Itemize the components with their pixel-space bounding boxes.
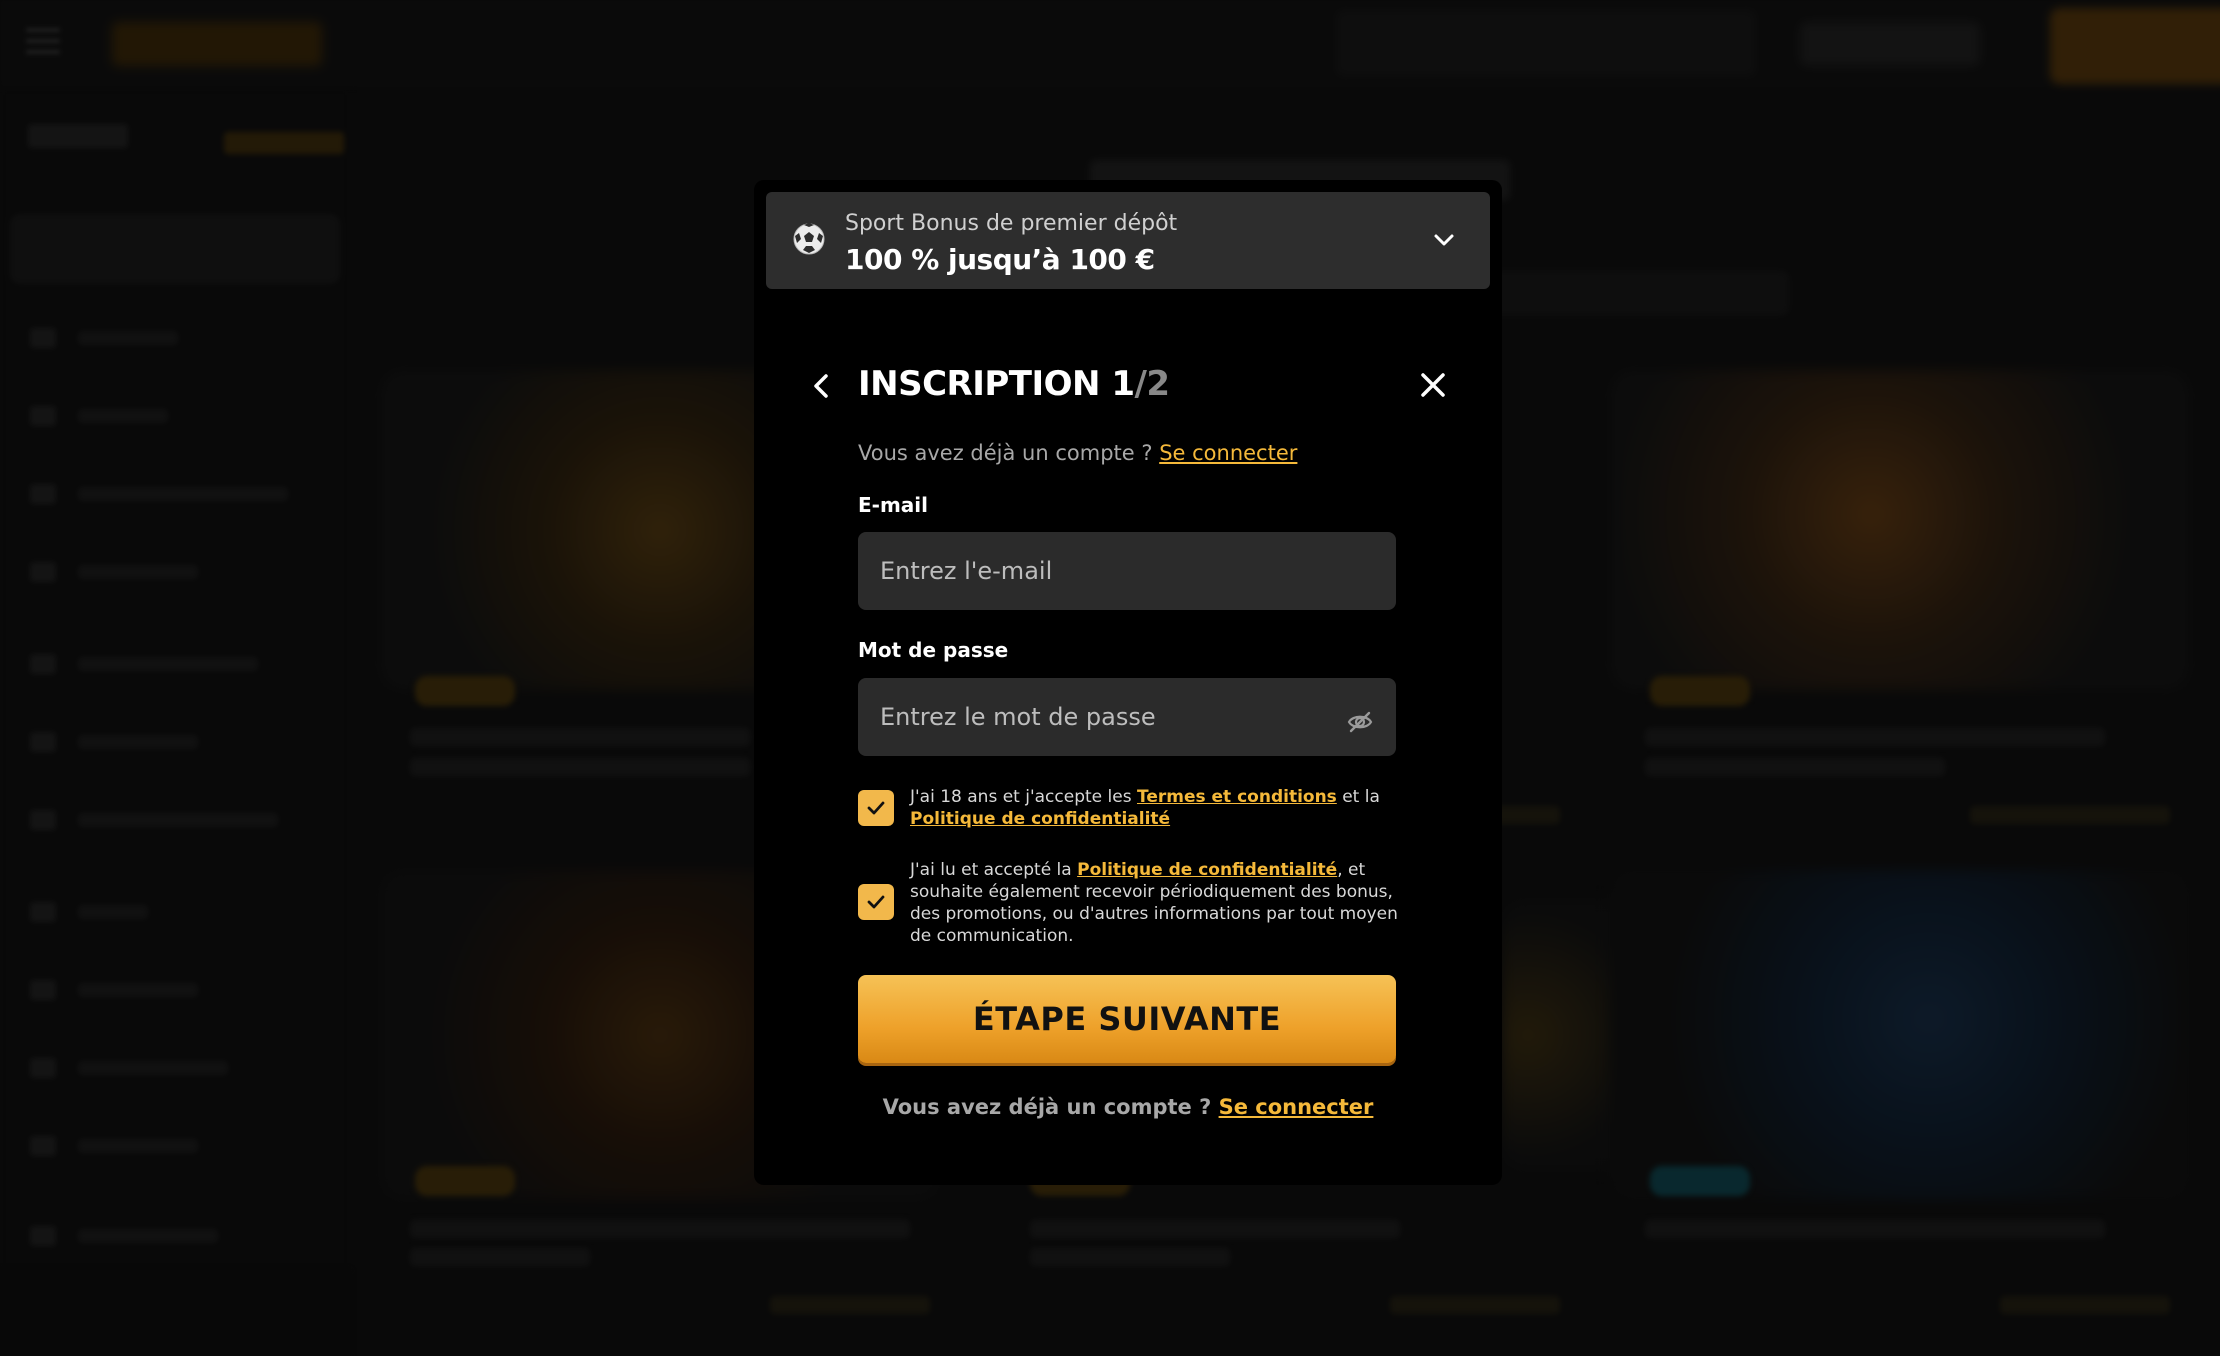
marketing-checkbox[interactable] <box>858 884 894 920</box>
email-label: E-mail <box>858 493 929 517</box>
page-title: INSCRIPTION 1/2 <box>858 364 1170 404</box>
chevron-left-icon[interactable] <box>806 368 836 404</box>
login-prompt: Vous avez déjà un compte ? Se connecter <box>858 441 1297 465</box>
bonus-selector[interactable]: Sport Bonus de premier dépôt 100 % jusqu… <box>766 192 1490 289</box>
login-link[interactable]: Se connecter <box>1159 441 1297 465</box>
login-prompt-text: Vous avez déjà un compte ? <box>858 441 1153 465</box>
privacy-link[interactable]: Politique de confidentialité <box>910 809 1170 829</box>
marketing-checkbox-label: J'ai lu et accepté la Politique de confi… <box>910 859 1410 947</box>
password-field[interactable] <box>858 678 1396 756</box>
close-icon[interactable] <box>1418 370 1448 400</box>
marketing-text-before: J'ai lu et accepté la <box>910 860 1078 880</box>
password-label: Mot de passe <box>858 638 1009 662</box>
check-icon <box>867 801 885 815</box>
terms-link[interactable]: Termes et conditions <box>1137 787 1337 807</box>
eye-off-icon[interactable] <box>1346 708 1374 736</box>
terms-text-middle: et la <box>1336 787 1380 807</box>
check-icon <box>867 895 885 909</box>
privacy-link-2[interactable]: Politique de confidentialité <box>1077 860 1337 880</box>
title-total-steps: /2 <box>1134 364 1171 404</box>
terms-checkbox[interactable] <box>858 790 894 826</box>
bonus-subtitle: Sport Bonus de premier dépôt <box>845 211 1178 236</box>
chevron-down-icon[interactable] <box>1431 229 1457 251</box>
footer-login-text: Vous avez déjà un compte ? <box>882 1095 1212 1119</box>
terms-text-before: J'ai 18 ans et j'accepte les <box>910 787 1137 807</box>
next-step-button[interactable]: ÉTAPE SUIVANTE <box>858 975 1396 1063</box>
footer-login-link[interactable]: Se connecter <box>1219 1095 1374 1119</box>
bonus-amount: 100 % jusqu’à 100 € <box>845 243 1155 276</box>
registration-modal: Sport Bonus de premier dépôt 100 % jusqu… <box>754 180 1502 1185</box>
footer-login-prompt: Vous avez déjà un compte ? Se connecter <box>754 1095 1502 1119</box>
title-step: INSCRIPTION 1 <box>858 364 1135 404</box>
soccer-ball-icon <box>793 223 825 255</box>
terms-checkbox-label: J'ai 18 ans et j'accepte les Termes et c… <box>910 786 1410 830</box>
email-field[interactable] <box>858 532 1396 610</box>
